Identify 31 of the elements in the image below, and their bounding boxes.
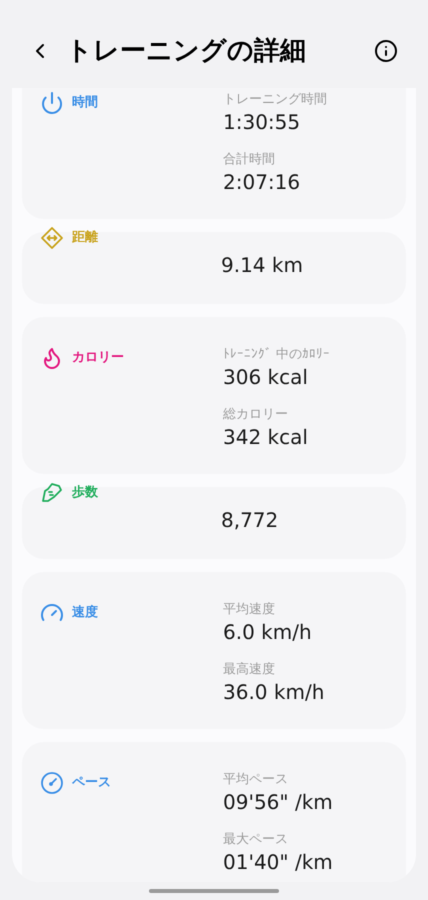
entry-label: ﾄﾚｰﾆﾝｸﾞ 中のｶﾛﾘｰ — [223, 346, 330, 364]
entry-label: 平均ペース — [223, 771, 289, 789]
shoe-icon — [40, 481, 64, 505]
info-icon — [374, 39, 398, 63]
stat-value: 1:30:55 — [223, 109, 302, 135]
stat-value: 342 kcal — [223, 424, 309, 450]
stat-label: 時間 — [72, 94, 98, 112]
stat-value: 6.0 km/h — [223, 619, 313, 645]
info-button[interactable] — [372, 37, 400, 65]
stat-label: カロリー — [72, 349, 124, 368]
entry-label: 合計時間 — [223, 151, 276, 169]
entry-label: 最大ペース — [223, 831, 289, 849]
stat-value: 2:07:16 — [223, 169, 302, 195]
stat-value: 8,772 — [221, 507, 278, 534]
stat-value: 9.14 km — [221, 252, 303, 279]
entry-label: 総カロリー — [223, 406, 289, 424]
stat-value: 36.0 km/h — [223, 679, 324, 705]
stat-label: 速度 — [72, 604, 98, 622]
stat-label: 歩数 — [72, 484, 98, 502]
stat-label: 距離 — [72, 229, 98, 248]
entry-label: 平均速度 — [223, 601, 276, 619]
power-icon — [40, 91, 64, 115]
entry-label: トレーニング時間 — [223, 91, 327, 109]
stat-value: 01'40" /km — [223, 849, 333, 875]
entry-label: 最高速度 — [223, 661, 276, 679]
distance-icon — [40, 226, 64, 250]
stat-label: ペース — [72, 774, 111, 792]
page-title: トレーニングの詳細 — [66, 34, 306, 68]
stat-value: 09'56" /km — [223, 789, 333, 815]
stat-value: 306 kcal — [223, 364, 309, 390]
gauge-icon — [40, 771, 64, 795]
